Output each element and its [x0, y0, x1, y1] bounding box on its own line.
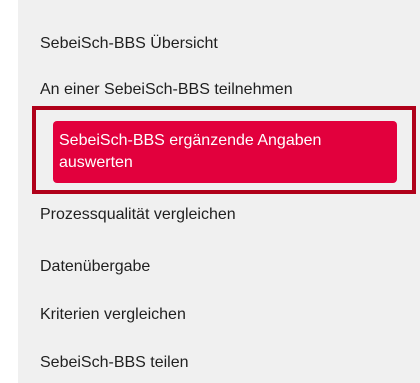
menu-item-compare-criteria[interactable]: Kriterien vergleichen	[40, 305, 186, 325]
active-item-highlight-frame: SebeiSch-BBS ergänzende Angaben auswerte…	[32, 106, 416, 194]
navigation-panel: SebeiSch-BBS Übersicht An einer SebeiSch…	[18, 0, 420, 383]
menu-item-overview[interactable]: SebeiSch-BBS Übersicht	[40, 34, 218, 54]
menu-item-participate[interactable]: An einer SebeiSch-BBS teilnehmen	[40, 80, 293, 100]
menu-item-supplementary-data-active[interactable]: SebeiSch-BBS ergänzende Angaben auswerte…	[53, 121, 397, 183]
menu-item-process-quality[interactable]: Prozessqualität vergleichen	[40, 205, 236, 225]
menu-item-data-transfer[interactable]: Datenübergabe	[40, 257, 150, 277]
menu-item-share[interactable]: SebeiSch-BBS teilen	[40, 353, 189, 373]
